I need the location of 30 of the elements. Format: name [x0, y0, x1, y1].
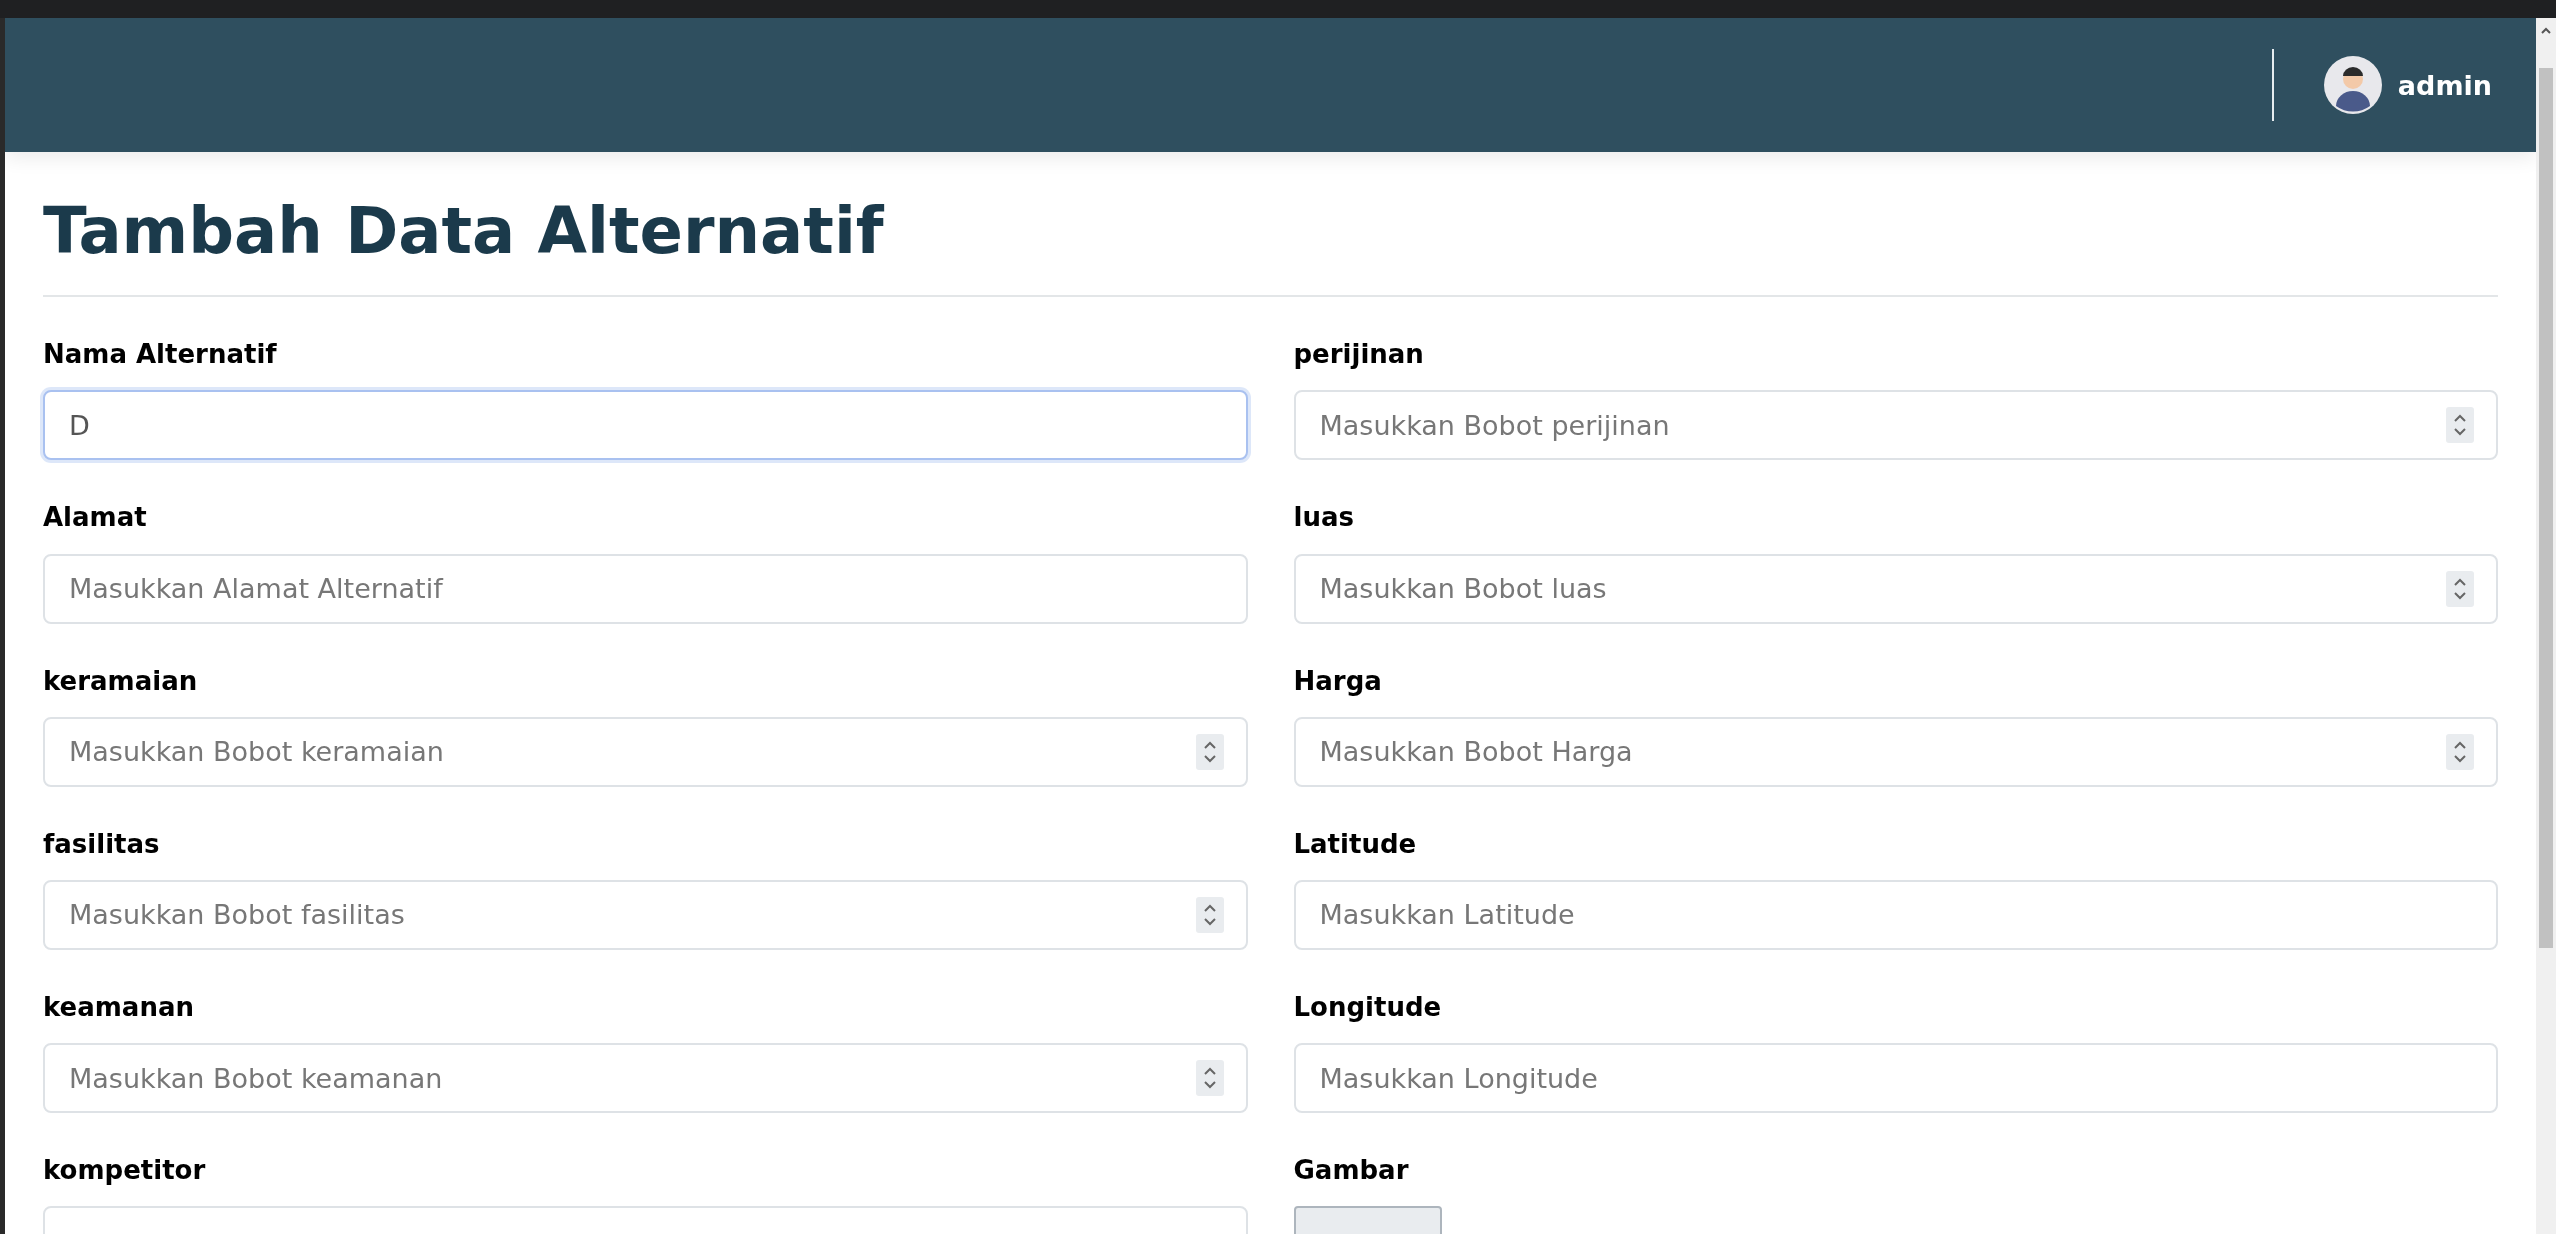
input-field[interactable]: Masukkan Bobot keramaian [43, 716, 1248, 787]
input-field[interactable]: Masukkan Bobot Harga [1293, 716, 2498, 787]
input-field[interactable]: Masukkan Bobot keamanan [43, 1043, 1248, 1114]
input-field[interactable]: Masukkan Longitude [1293, 1043, 2498, 1114]
spinner-icon[interactable] [2446, 570, 2474, 607]
spinner-icon[interactable] [2446, 733, 2474, 770]
spinner-icon[interactable] [1195, 1060, 1224, 1097]
field-label: Longitude [1293, 991, 1443, 1024]
user-name[interactable]: admin [2397, 69, 2492, 101]
input-field[interactable]: Masukkan Latitude [1293, 879, 2498, 950]
field-label: Harga [1293, 665, 1383, 697]
field-label: Nama Alternatif [43, 339, 278, 371]
field-label: keamanan [43, 991, 195, 1024]
input-field[interactable]: Masukkan Bobot perijinan [1293, 390, 2498, 461]
field-label: luas [1293, 502, 1355, 534]
page-title: Tambah Data Alternatif [43, 193, 886, 270]
avatar-icon[interactable] [2323, 56, 2382, 114]
spinner-icon[interactable] [2446, 407, 2474, 444]
field-label: kompetitor [43, 1155, 207, 1187]
field-label: Latitude [1293, 828, 1418, 860]
scrollbar[interactable] [2536, 18, 2556, 1234]
input-field[interactable]: Masukkan Alamat Alternatif [43, 553, 1248, 624]
field-label: fasilitas [43, 828, 161, 860]
input-field[interactable]: Masukkan Bobot fasilitas [43, 879, 1248, 950]
field-label: perijinan [1293, 339, 1425, 371]
input-field[interactable]: D [43, 390, 1248, 461]
field-label: Gambar [1293, 1155, 1410, 1187]
input-field[interactable]: Masukkan Bobot luas [1293, 553, 2498, 624]
field-label: Alamat [43, 502, 148, 534]
field-label: keramaian [43, 665, 199, 697]
